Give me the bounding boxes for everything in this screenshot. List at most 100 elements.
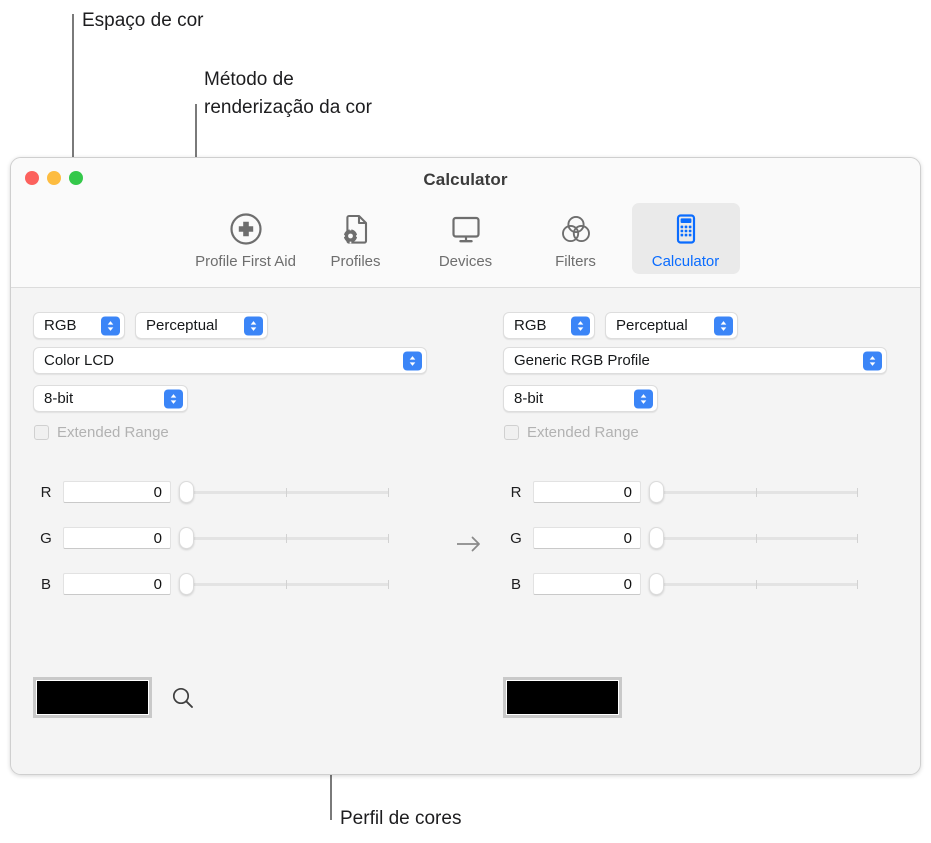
source-profile-value: Color LCD xyxy=(44,352,115,369)
source-profile-popup[interactable]: Color LCD xyxy=(33,347,427,374)
source-channel-input-b[interactable] xyxy=(63,573,171,595)
window-title: Calculator xyxy=(423,170,508,189)
source-color-swatch[interactable] xyxy=(33,677,152,718)
toolbar: Profile First Aid Profiles Devices Filte… xyxy=(11,203,920,274)
destination-profile-value: Generic RGB Profile xyxy=(514,352,650,369)
chevron-updown-icon xyxy=(164,389,183,408)
chevron-updown-icon xyxy=(403,351,422,370)
toolbar-item-label: Profile First Aid xyxy=(195,253,296,270)
toolbar-item-label: Profiles xyxy=(330,253,381,270)
slider-tick-end xyxy=(857,580,858,589)
destination-profile-popup[interactable]: Generic RGB Profile xyxy=(503,347,887,374)
destination-color-swatch[interactable] xyxy=(503,677,622,718)
slider-knob[interactable] xyxy=(649,573,664,595)
destination-channel-input-g[interactable] xyxy=(533,527,641,549)
toolbar-item-profiles[interactable]: Profiles xyxy=(302,203,410,274)
chevron-updown-icon xyxy=(571,316,590,335)
toolbar-item-filters[interactable]: Filters xyxy=(522,203,630,274)
source-channel-slider-r[interactable] xyxy=(179,481,393,503)
source-channel-row-g: G xyxy=(33,526,393,550)
destination-channel-input-r[interactable] xyxy=(533,481,641,503)
source-swatch-area xyxy=(33,677,196,718)
slider-knob[interactable] xyxy=(649,527,664,549)
source-channel-label-g: G xyxy=(40,529,52,547)
slider-tick-mid xyxy=(755,580,757,589)
destination-channel-row-r: R xyxy=(503,480,862,504)
slider-knob[interactable] xyxy=(179,527,194,549)
destination-rendering-intent-value: Perceptual xyxy=(616,317,688,334)
slider-tick-mid xyxy=(755,488,757,497)
source-color-space-value: RGB xyxy=(44,317,77,334)
slider-tick-mid xyxy=(286,580,287,589)
destination-channel-slider-r[interactable] xyxy=(649,481,862,503)
destination-extended-range-checkbox[interactable] xyxy=(504,425,519,440)
chevron-updown-icon xyxy=(634,389,653,408)
venn-circles-icon xyxy=(557,209,595,249)
chevron-updown-icon xyxy=(244,316,263,335)
first-aid-icon xyxy=(227,209,265,249)
slider-tick-end xyxy=(857,488,858,497)
source-extended-range-checkbox[interactable] xyxy=(34,425,49,440)
toolbar-item-label: Devices xyxy=(438,253,493,270)
source-bit-depth-popup[interactable]: 8-bit xyxy=(33,385,188,412)
destination-channel-list: R G xyxy=(503,480,862,596)
source-channel-input-g[interactable] xyxy=(63,527,171,549)
source-channel-list: R G xyxy=(33,480,393,596)
destination-channel-label-g: G xyxy=(510,529,522,547)
annotation-rendering-intent: Método de renderização da cor xyxy=(204,69,372,118)
destination-rendering-intent-popup[interactable]: Perceptual xyxy=(605,312,738,339)
calculator-window: Calculator Profile First Aid Profiles De… xyxy=(10,157,921,775)
window-titlebar: Calculator Profile First Aid Profiles De… xyxy=(11,158,920,288)
toolbar-item-devices[interactable]: Devices xyxy=(412,203,520,274)
destination-channel-label-b: B xyxy=(510,575,521,593)
slider-track xyxy=(190,583,389,586)
slider-knob[interactable] xyxy=(179,481,194,503)
slider-knob[interactable] xyxy=(179,573,194,595)
source-rendering-intent-value: Perceptual xyxy=(146,317,218,334)
slider-track xyxy=(660,583,858,586)
destination-swatch-area xyxy=(503,677,622,718)
calculator-content: RGB Perceptual Color LCD 8-bit Extended … xyxy=(11,288,920,774)
slider-track xyxy=(660,537,858,540)
annotation-color-space: Espaço de cor xyxy=(82,10,204,31)
source-channel-row-b: B xyxy=(33,572,393,596)
source-rendering-intent-popup[interactable]: Perceptual xyxy=(135,312,268,339)
slider-track xyxy=(190,537,389,540)
profiles-document-gear-icon xyxy=(337,209,375,249)
source-color-space-popup[interactable]: RGB xyxy=(33,312,125,339)
destination-color-space-value: RGB xyxy=(514,317,547,334)
destination-extended-range-row[interactable]: Extended Range xyxy=(504,424,639,441)
slider-tick-mid xyxy=(286,488,287,497)
destination-bit-depth-value: 8-bit xyxy=(514,390,544,407)
slider-track xyxy=(190,491,389,494)
toolbar-item-label: Filters xyxy=(555,253,596,270)
destination-channel-input-b[interactable] xyxy=(533,573,641,595)
source-channel-slider-g[interactable] xyxy=(179,527,393,549)
source-channel-row-r: R xyxy=(33,480,393,504)
toolbar-item-profile-first-aid[interactable]: Profile First Aid xyxy=(192,203,300,274)
arrow-right-icon xyxy=(454,533,484,560)
destination-extended-range-label: Extended Range xyxy=(527,424,639,441)
destination-channel-slider-g[interactable] xyxy=(649,527,862,549)
source-extended-range-row[interactable]: Extended Range xyxy=(34,424,169,441)
magnifier-icon[interactable] xyxy=(170,685,196,711)
source-channel-slider-b[interactable] xyxy=(179,573,393,595)
slider-knob[interactable] xyxy=(649,481,664,503)
destination-bit-depth-popup[interactable]: 8-bit xyxy=(503,385,658,412)
source-channel-label-r: R xyxy=(40,483,52,501)
display-monitor-icon xyxy=(447,209,485,249)
chevron-updown-icon xyxy=(714,316,733,335)
annotation-color-profile: Perfil de cores xyxy=(340,808,462,829)
destination-channel-slider-b[interactable] xyxy=(649,573,862,595)
slider-track xyxy=(660,491,858,494)
slider-tick-mid xyxy=(286,534,287,543)
destination-channel-label-r: R xyxy=(510,483,522,501)
calculator-icon xyxy=(667,209,705,249)
chevron-updown-icon xyxy=(101,316,120,335)
source-channel-input-r[interactable] xyxy=(63,481,171,503)
source-bit-depth-value: 8-bit xyxy=(44,390,74,407)
destination-channel-row-g: G xyxy=(503,526,862,550)
source-channel-label-b: B xyxy=(40,575,51,593)
toolbar-item-calculator[interactable]: Calculator xyxy=(631,203,740,274)
destination-color-space-popup[interactable]: RGB xyxy=(503,312,595,339)
